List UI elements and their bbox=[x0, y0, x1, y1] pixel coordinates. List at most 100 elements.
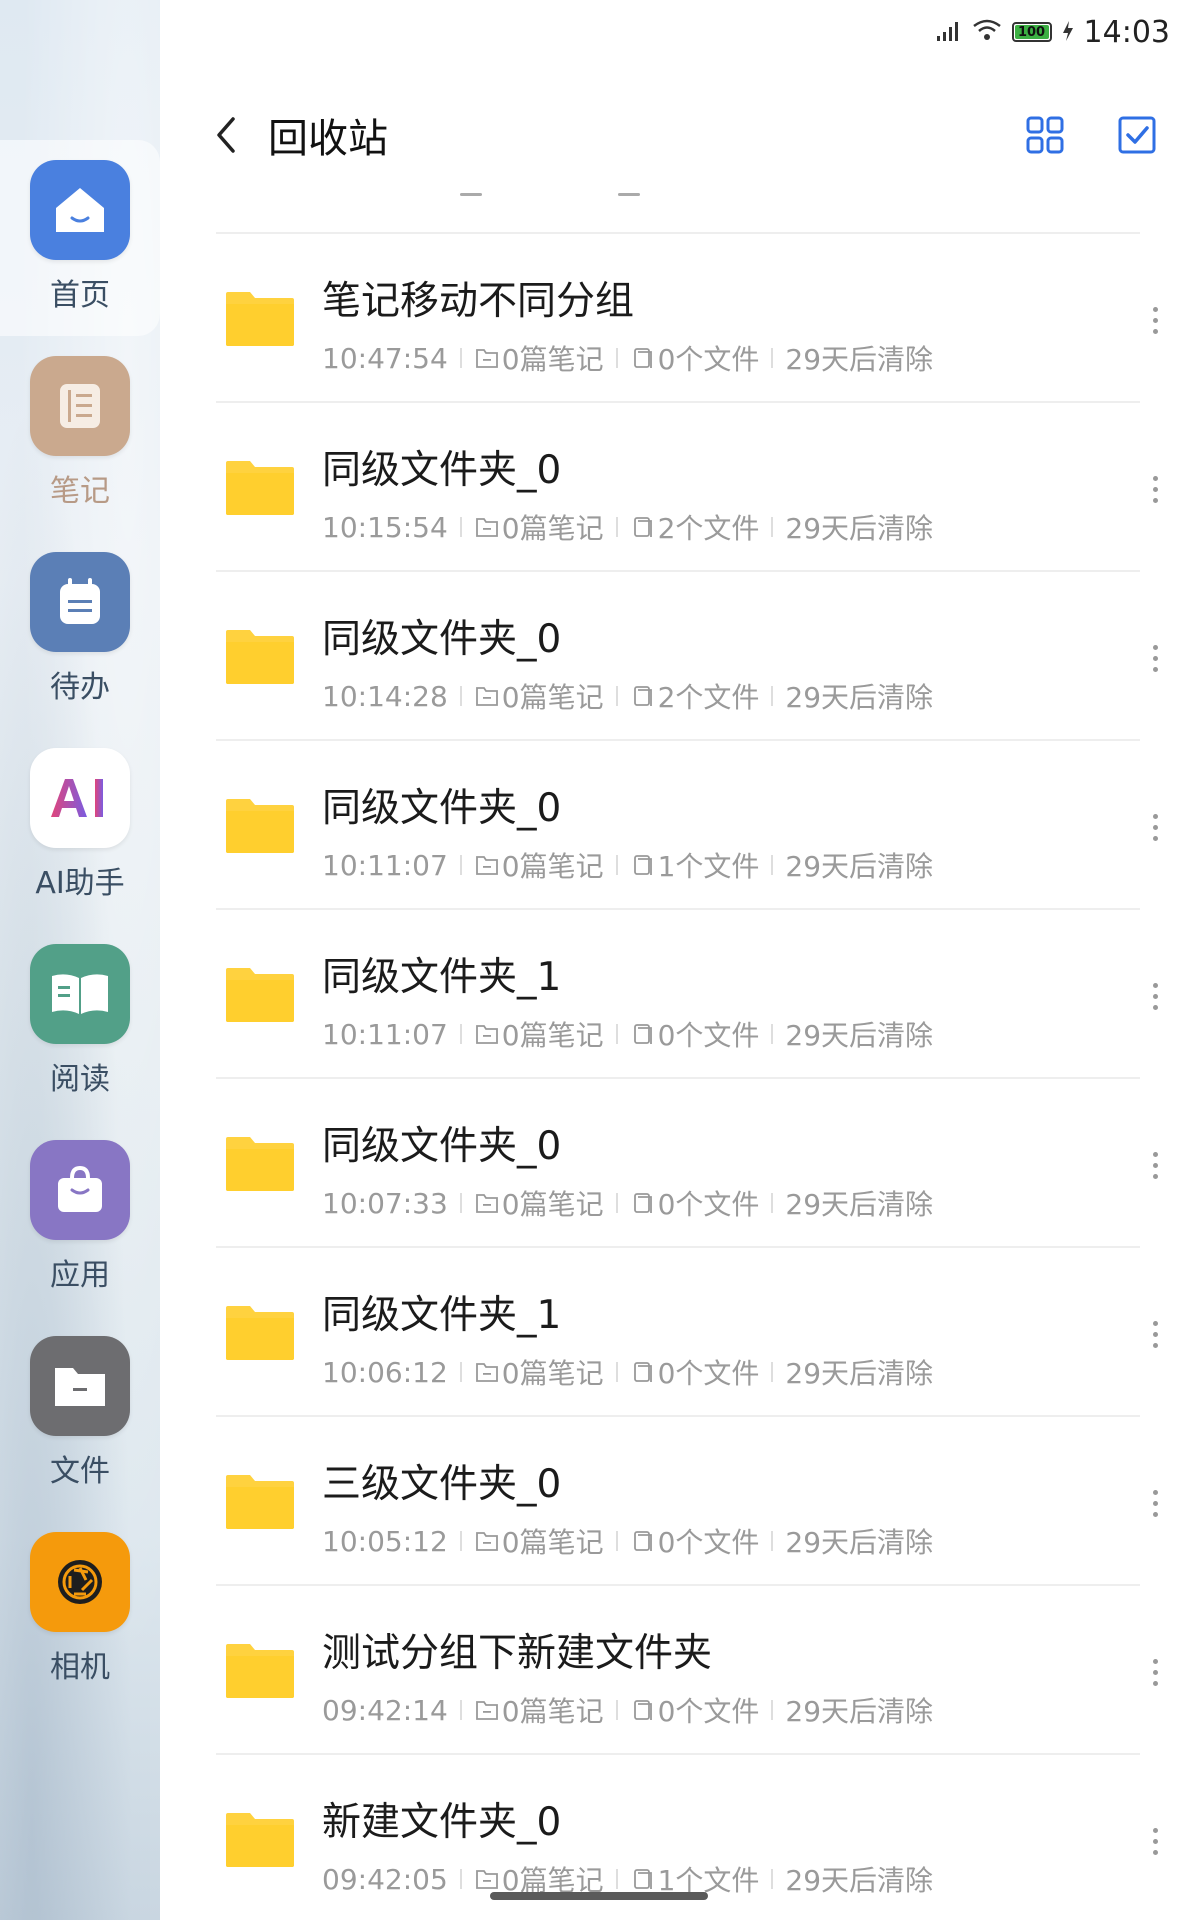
list-item[interactable]: 同级文件夹_0 10:11:07 0篇笔记 1个文件 29天后清除 bbox=[216, 739, 1158, 908]
notebook-icon bbox=[30, 356, 130, 456]
back-button[interactable] bbox=[200, 105, 250, 165]
select-button[interactable] bbox=[1114, 112, 1160, 158]
folder-meta: 10:11:07 0篇笔记 0个文件 29天后清除 bbox=[322, 1014, 933, 1054]
divider bbox=[615, 1362, 618, 1382]
sidebar-item-files[interactable]: 文件 bbox=[0, 1316, 160, 1512]
camera-icon bbox=[30, 1532, 130, 1632]
folder-meta: 10:47:54 0篇笔记 0个文件 29天后清除 bbox=[322, 338, 933, 378]
sidebar-item-reading[interactable]: 阅读 bbox=[0, 924, 160, 1120]
folder-meta: 09:42:14 0篇笔记 0个文件 29天后清除 bbox=[322, 1690, 933, 1730]
sidebar: 首页 笔记 待办 AI助手 阅读 应用 文件 相机 bbox=[0, 0, 160, 1920]
divider bbox=[771, 686, 774, 706]
more-options-button[interactable] bbox=[1140, 1821, 1170, 1861]
list-item[interactable]: 测试分组下新建文件夹 09:42:14 0篇笔记 0个文件 29天后清除 bbox=[216, 1584, 1158, 1753]
list-item[interactable]: 三级文件夹_0 10:05:12 0篇笔记 0个文件 29天后清除 bbox=[216, 1415, 1158, 1584]
more-dot bbox=[1152, 497, 1158, 503]
expire-text: 29天后清除 bbox=[785, 1864, 934, 1897]
sidebar-item-label: 笔记 bbox=[50, 474, 110, 509]
more-dot bbox=[1152, 666, 1158, 672]
more-options-button[interactable] bbox=[1140, 638, 1170, 678]
folder-meta: 10:06:12 0篇笔记 0个文件 29天后清除 bbox=[322, 1352, 933, 1392]
list-item[interactable]: 同级文件夹_0 10:15:54 0篇笔记 2个文件 29天后清除 bbox=[216, 401, 1158, 570]
divider bbox=[771, 1869, 774, 1889]
more-options-button[interactable] bbox=[1140, 1483, 1170, 1523]
divider bbox=[459, 1193, 462, 1213]
folder-small-icon bbox=[474, 683, 500, 709]
more-options-button[interactable] bbox=[1140, 300, 1170, 340]
sidebar-item-label: 文件 bbox=[50, 1454, 110, 1489]
folder-icon bbox=[224, 1135, 296, 1193]
clock: 14:03 bbox=[1083, 14, 1170, 50]
note-count: 0篇笔记 bbox=[501, 850, 604, 883]
list-item[interactable]: 笔记移动不同分组 10:47:54 0篇笔记 0个文件 29天后清除 bbox=[216, 232, 1158, 401]
list-item[interactable]: 同级文件夹_1 10:06:12 0篇笔记 0个文件 29天后清除 bbox=[216, 1246, 1158, 1415]
list-item[interactable]: 同级文件夹_0 10:07:33 0篇笔记 0个文件 29天后清除 bbox=[216, 1077, 1158, 1246]
more-options-button[interactable] bbox=[1140, 1314, 1170, 1354]
list-item[interactable]: 同级文件夹_0 10:14:28 0篇笔记 2个文件 29天后清除 bbox=[216, 570, 1158, 739]
deleted-time: 10:15:54 bbox=[322, 510, 448, 544]
home-indicator[interactable] bbox=[490, 1892, 708, 1900]
todo-icon bbox=[30, 552, 130, 652]
more-options-button[interactable] bbox=[1140, 1145, 1170, 1185]
deleted-time: 10:11:07 bbox=[322, 1017, 448, 1051]
status-bar: 100 14:03 bbox=[936, 12, 1170, 52]
sidebar-item-todo[interactable]: 待办 bbox=[0, 532, 160, 728]
sidebar-item-home[interactable]: 首页 bbox=[0, 140, 160, 336]
sidebar-item-label: AI助手 bbox=[35, 866, 125, 901]
signal-icon bbox=[936, 15, 962, 50]
divider bbox=[459, 1700, 462, 1720]
sidebar-item-camera[interactable]: 相机 bbox=[0, 1512, 160, 1708]
divider bbox=[615, 686, 618, 706]
folder-icon bbox=[224, 797, 296, 855]
expire-text: 29天后清除 bbox=[785, 850, 934, 883]
folder-icon bbox=[224, 1304, 296, 1362]
battery-icon: 100 bbox=[1011, 22, 1052, 42]
expire-text: 29天后清除 bbox=[785, 512, 934, 545]
divider bbox=[771, 1362, 774, 1382]
divider bbox=[615, 1193, 618, 1213]
grid-view-button[interactable] bbox=[1022, 112, 1068, 158]
folder-meta: 10:11:07 0篇笔记 1个文件 29天后清除 bbox=[322, 845, 933, 885]
more-dot bbox=[1152, 1489, 1158, 1495]
note-count: 0篇笔记 bbox=[501, 1357, 604, 1390]
more-dot bbox=[1152, 813, 1158, 819]
file-small-icon bbox=[630, 852, 656, 878]
sidebar-item-apps[interactable]: 应用 bbox=[0, 1120, 160, 1316]
folder-small-icon bbox=[474, 1359, 500, 1385]
divider bbox=[459, 1869, 462, 1889]
more-dot bbox=[1152, 486, 1158, 492]
file-count: 1个文件 bbox=[657, 850, 760, 883]
deleted-time: 10:07:33 bbox=[322, 1186, 448, 1220]
file-count: 0个文件 bbox=[657, 1695, 760, 1728]
folder-title: 同级文件夹_1 bbox=[322, 1293, 562, 1338]
note-count: 0篇笔记 bbox=[501, 1188, 604, 1221]
more-options-button[interactable] bbox=[1140, 807, 1170, 847]
deleted-time: 10:11:07 bbox=[322, 848, 448, 882]
sidebar-item-notes[interactable]: 笔记 bbox=[0, 336, 160, 532]
sidebar-item-ai[interactable]: AI助手 bbox=[0, 728, 160, 924]
grid-icon bbox=[1026, 116, 1064, 154]
more-options-button[interactable] bbox=[1140, 976, 1170, 1016]
expire-text: 29天后清除 bbox=[785, 343, 934, 376]
more-options-button[interactable] bbox=[1140, 1652, 1170, 1692]
file-small-icon bbox=[630, 514, 656, 540]
folder-icon bbox=[224, 290, 296, 348]
deleted-time: 09:42:14 bbox=[322, 1693, 448, 1727]
deleted-time: 10:47:54 bbox=[322, 341, 448, 375]
note-count: 0篇笔记 bbox=[501, 512, 604, 545]
sidebar-item-label: 首页 bbox=[50, 278, 110, 313]
folder-title: 新建文件夹_0 bbox=[322, 1800, 562, 1845]
more-options-button[interactable] bbox=[1140, 469, 1170, 509]
folder-meta: 10:15:54 0篇笔记 2个文件 29天后清除 bbox=[322, 507, 933, 547]
divider bbox=[459, 686, 462, 706]
bag-icon bbox=[30, 1140, 130, 1240]
more-dot bbox=[1152, 824, 1158, 830]
folder-icon bbox=[224, 1473, 296, 1531]
divider bbox=[615, 1869, 618, 1889]
more-dot bbox=[1152, 1680, 1158, 1686]
checkbox-icon bbox=[1118, 116, 1156, 154]
file-count: 0个文件 bbox=[657, 1357, 760, 1390]
list-item[interactable]: 同级文件夹_1 10:11:07 0篇笔记 0个文件 29天后清除 bbox=[216, 908, 1158, 1077]
folder-small-icon bbox=[474, 1528, 500, 1554]
more-dot bbox=[1152, 1162, 1158, 1168]
